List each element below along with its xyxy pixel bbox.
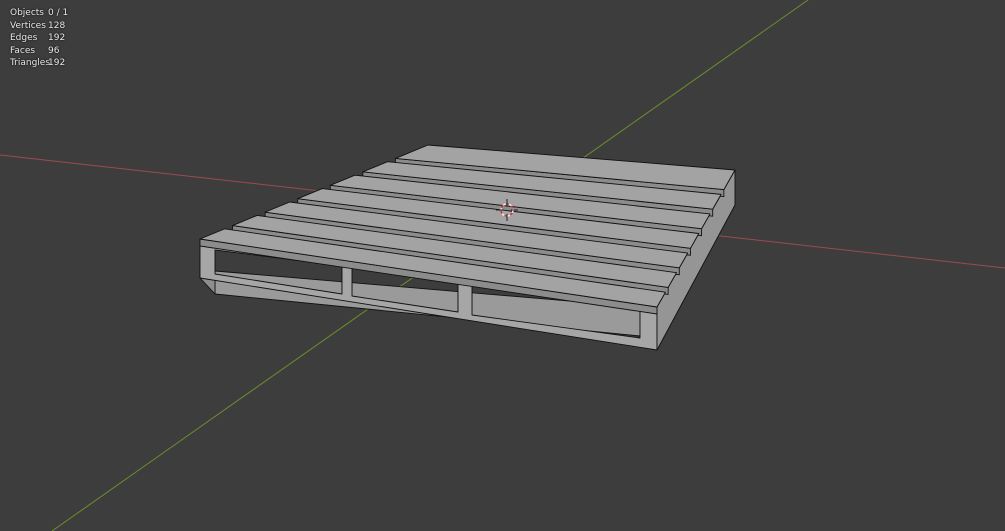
stat-value: 128 (48, 20, 66, 31)
stat-label: Objects (10, 8, 45, 18)
stat-value: 0 / 1 (48, 8, 69, 18)
stat-row-edges: Edges 192 (10, 32, 68, 45)
stat-label: Faces (10, 45, 36, 56)
stat-value: 192 (48, 58, 66, 68)
stat-row-vertices: Vertices 128 (10, 20, 68, 33)
stat-row-objects: Objects 0 / 1 (10, 7, 68, 20)
stat-row-triangles: Triangles 192 (10, 57, 68, 70)
stat-label: Vertices (10, 20, 46, 31)
stat-label: Triangles (10, 58, 51, 68)
stat-value: 96 (48, 45, 60, 56)
3d-viewport[interactable] (0, 0, 1005, 531)
viewport-statistics-overlay: Objects 0 / 1 Vertices 128 Edges 192 Faces 96 Tr… (10, 7, 68, 70)
stat-value: 192 (48, 33, 66, 43)
stat-label: Edges (10, 33, 38, 43)
stat-row-faces: Faces 96 (10, 45, 68, 58)
